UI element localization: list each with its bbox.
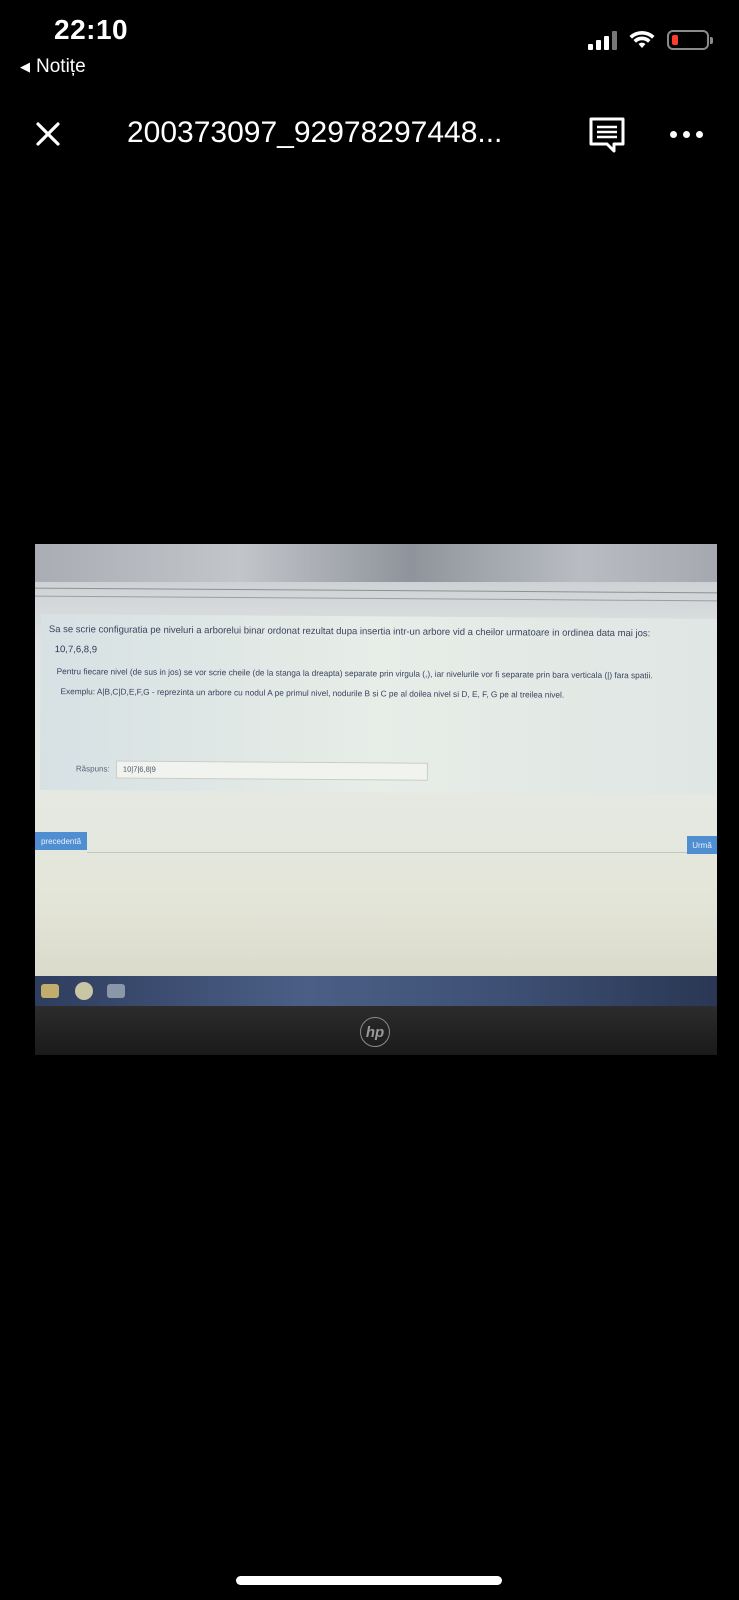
question-box: Sa se scrie configuratia pe niveluri a a… xyxy=(39,614,717,795)
more-options-button[interactable] xyxy=(670,124,710,144)
answer-label: Răspuns: xyxy=(75,764,110,774)
photos-icon xyxy=(107,984,125,998)
comment-icon xyxy=(589,117,625,153)
browser-icon xyxy=(75,982,93,1000)
question-example: Exemplu: A|B,C|D,E,F,G - reprezinta un a… xyxy=(60,686,565,700)
close-icon xyxy=(36,122,60,146)
cellular-signal-icon xyxy=(588,30,617,50)
home-indicator[interactable] xyxy=(236,1576,502,1585)
answer-field: 10|7|6,8|9 xyxy=(115,760,428,781)
more-icon xyxy=(670,130,677,138)
windows-taskbar xyxy=(35,976,717,1006)
comment-button[interactable] xyxy=(588,116,626,154)
battery-icon xyxy=(667,30,713,50)
document-title: 200373097_92978297448... xyxy=(127,116,503,149)
close-button[interactable] xyxy=(30,116,66,152)
status-icons xyxy=(588,30,713,50)
wifi-icon xyxy=(629,30,655,48)
back-link-label: Notițe xyxy=(36,56,86,77)
battery-level xyxy=(672,35,678,45)
hp-logo: hp xyxy=(360,1017,390,1047)
previous-page-button: precedentă xyxy=(35,832,87,850)
folder-icon xyxy=(41,984,59,998)
question-text: Sa se scrie configuratia pe niveluri a a… xyxy=(48,624,651,640)
status-time: 22:10 xyxy=(54,14,129,45)
photo-viewer-image: Sa se scrie configuratia pe niveluri a a… xyxy=(35,544,717,1055)
question-instruction: Pentru fiecare nivel (de sus in jos) se … xyxy=(56,666,653,681)
question-keys: 10,7,6,8,9 xyxy=(54,644,98,656)
next-page-button: Urmă xyxy=(687,836,717,854)
back-triangle-icon: ◀ xyxy=(20,59,30,74)
back-to-notes-link[interactable]: ◀ Notițe xyxy=(20,56,86,78)
